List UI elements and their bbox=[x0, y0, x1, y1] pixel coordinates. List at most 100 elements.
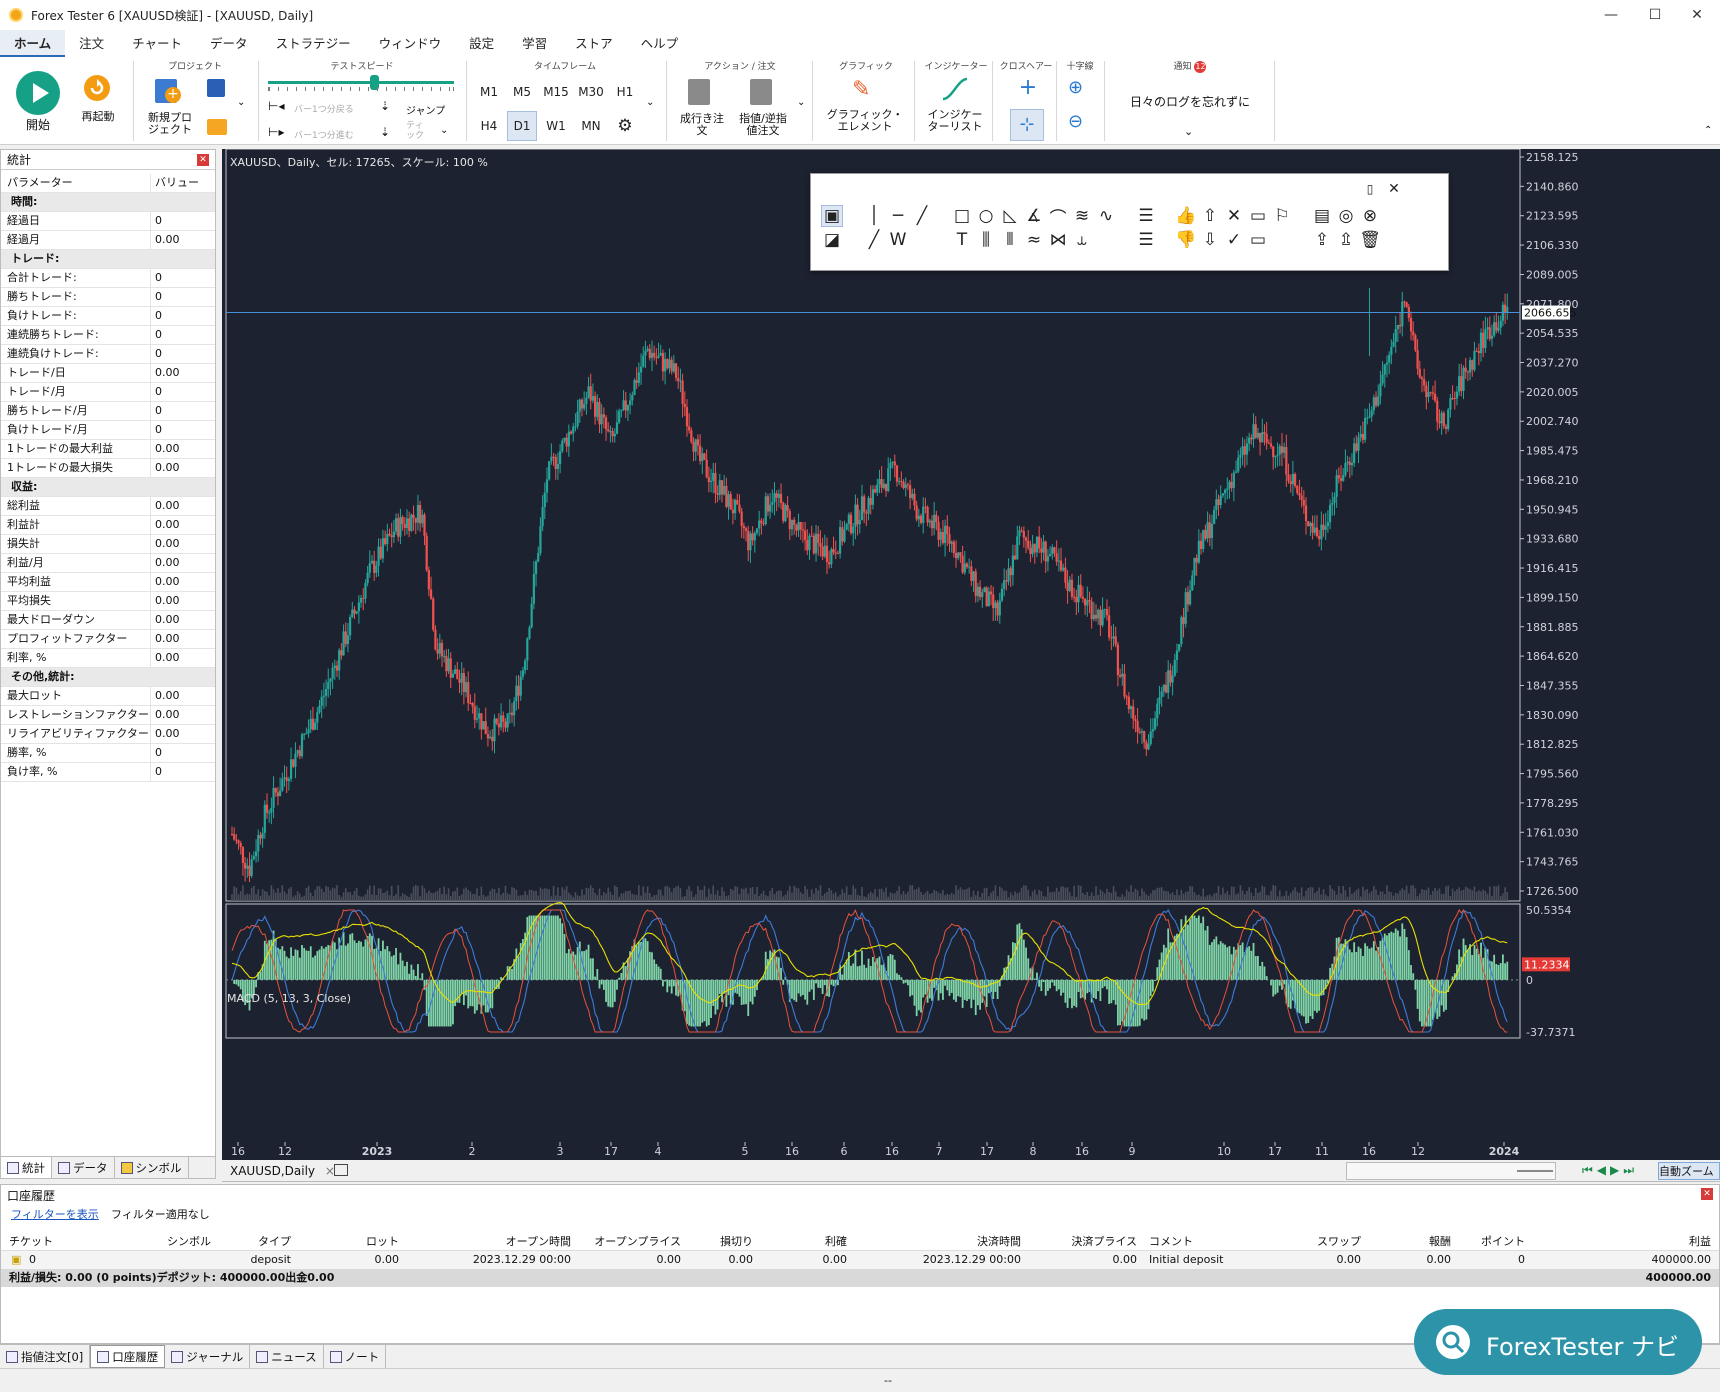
export-icon[interactable]: ⇫ bbox=[1335, 229, 1357, 251]
text-icon[interactable]: T bbox=[951, 229, 973, 251]
trendline-icon[interactable]: ╱ bbox=[911, 205, 933, 227]
bottom-tab-3[interactable]: ニュース bbox=[250, 1345, 324, 1368]
rect-icon[interactable]: □ bbox=[951, 205, 973, 227]
restart-button[interactable] bbox=[84, 75, 110, 101]
minimize-button[interactable]: — bbox=[1588, 0, 1634, 30]
price-label-icon[interactable]: ▭ bbox=[1247, 229, 1269, 251]
regression-icon[interactable]: ≈ bbox=[1023, 229, 1045, 251]
save-icon[interactable] bbox=[207, 79, 225, 97]
crosshair-mode-icon[interactable]: ⊹ bbox=[1010, 109, 1044, 141]
triangle-icon[interactable]: ◺ bbox=[999, 205, 1021, 227]
maximize-button[interactable]: ☐ bbox=[1632, 0, 1678, 30]
target-icon[interactable]: ◎ bbox=[1335, 205, 1357, 227]
channel-icon[interactable]: ⫼ bbox=[975, 229, 997, 251]
cycle-icon[interactable]: ⥿ bbox=[1071, 229, 1093, 251]
statistics-close-icon[interactable]: ✕ bbox=[197, 154, 209, 166]
bar-forward-icon[interactable]: ⊢▸ bbox=[268, 125, 284, 139]
tick-icon[interactable]: ⇣ bbox=[380, 125, 390, 139]
tab-statistics[interactable]: 統計 bbox=[1, 1157, 52, 1178]
bar-forward-label[interactable]: バー1つ分進む bbox=[294, 128, 354, 141]
tab-data[interactable]: データ bbox=[52, 1157, 115, 1178]
menu-item-9[interactable]: ヘルプ bbox=[627, 30, 693, 57]
pitchfork-icon[interactable]: ⫴ bbox=[999, 229, 1021, 251]
notify-text[interactable]: 日々のログを忘れずに bbox=[1110, 93, 1270, 110]
bottom-tab-1[interactable]: 口座履歴 bbox=[90, 1345, 166, 1368]
zigzag-icon[interactable]: ∿ bbox=[1095, 205, 1117, 227]
menu-item-8[interactable]: ストア bbox=[561, 30, 627, 57]
menu-item-5[interactable]: ウィンドウ bbox=[365, 30, 456, 57]
wave-icon[interactable]: W bbox=[887, 229, 909, 251]
action-dropdown-icon[interactable]: ⌄ bbox=[797, 97, 805, 108]
select-icon[interactable]: ▣ bbox=[821, 205, 843, 227]
thumb-down-icon[interactable]: 👎 bbox=[1175, 229, 1197, 251]
open-folder-icon[interactable] bbox=[207, 119, 227, 135]
tf-d1-button[interactable]: D1 bbox=[507, 111, 537, 141]
graphic-element-label[interactable]: グラフィック・ エレメント bbox=[822, 109, 908, 133]
cross-mark-icon[interactable]: ✕ bbox=[1223, 205, 1245, 227]
speed-slider[interactable] bbox=[268, 81, 454, 84]
tf-m1-button[interactable]: M1 bbox=[474, 77, 504, 107]
bottom-tab-2[interactable]: ジャーナル bbox=[165, 1345, 251, 1368]
bottom-tab-4[interactable]: ノート bbox=[324, 1345, 387, 1368]
check-icon[interactable]: ✓ bbox=[1223, 229, 1245, 251]
menu-item-1[interactable]: 注文 bbox=[65, 30, 118, 57]
project-dropdown-icon[interactable]: ⌄ bbox=[237, 97, 245, 108]
hline-icon[interactable]: ─ bbox=[887, 205, 909, 227]
close-window-button[interactable]: ✕ bbox=[1674, 0, 1720, 30]
cancel-target-icon[interactable]: ⊗ bbox=[1359, 205, 1381, 227]
ray-icon[interactable]: ╱ bbox=[863, 229, 885, 251]
flag-icon[interactable]: ⚐ bbox=[1271, 205, 1293, 227]
start-button[interactable] bbox=[16, 71, 60, 115]
speed-dropdown-icon[interactable]: ⌄ bbox=[440, 125, 448, 136]
market-order-label[interactable]: 成行き注 文 bbox=[672, 113, 732, 137]
market-order-icon[interactable] bbox=[688, 79, 710, 105]
tab-symbols[interactable]: シンボル bbox=[115, 1157, 189, 1178]
history-close-icon[interactable]: ✕ bbox=[1701, 1188, 1713, 1200]
fan-icon[interactable]: ∡ bbox=[1023, 205, 1045, 227]
menu-item-6[interactable]: 設定 bbox=[455, 30, 508, 57]
bottom-tab-0[interactable]: 指値注文[0] bbox=[0, 1345, 91, 1368]
vline-icon[interactable]: │ bbox=[863, 205, 885, 227]
drawing-toolbar[interactable]: ▯ ✕ ▣ ◪ │ ─ ╱ ╱ W □ ○ ◺ ∡ ⌒ ≋ ∿ T ⫼ ⫴ ≈ ⋈ ⥿ ☰ ☰ 👍 ⇧ ✕ ▭ ⚐ 👎 ⇩ ✓ ▭ ▤ ◎ ⊗ ⇪ ⇫ 🗑 bbox=[810, 173, 1449, 271]
tick-label[interactable]: ティ ック bbox=[406, 121, 424, 141]
levels-icon[interactable]: ☰ bbox=[1135, 205, 1157, 227]
levels2-icon[interactable]: ☰ bbox=[1135, 229, 1157, 251]
jump-icon[interactable]: ⇣ bbox=[380, 99, 390, 113]
tf-h1-button[interactable]: H1 bbox=[610, 77, 640, 107]
limit-order-label[interactable]: 指値/逆指 値注文 bbox=[733, 113, 793, 137]
limit-order-icon[interactable] bbox=[750, 79, 772, 105]
chart-canvas[interactable]: 2158.1252140.8602123.5952106.3302089.005… bbox=[222, 148, 1720, 1160]
tf-dropdown-icon[interactable]: ⌄ bbox=[646, 97, 654, 108]
tf-h4-button[interactable]: H4 bbox=[474, 111, 504, 141]
label-icon[interactable]: ▭ bbox=[1247, 205, 1269, 227]
indicator-curve-icon[interactable] bbox=[940, 75, 970, 103]
zoom-out-icon[interactable]: ⊖ bbox=[1068, 111, 1083, 132]
table-row[interactable]: ▣ 0 deposit 0.00 2023.12.29 00:00 0.00 0.00 0.0… bbox=[1, 1251, 1719, 1269]
toolbar-close-icon[interactable]: ✕ bbox=[1383, 178, 1405, 200]
jump-label[interactable]: ジャンプ bbox=[406, 102, 445, 117]
page-icon[interactable]: ◪ bbox=[821, 229, 843, 251]
fib-icon[interactable]: ≋ bbox=[1071, 205, 1093, 227]
tf-settings-gear-icon[interactable]: ⚙ bbox=[610, 111, 640, 141]
price-chart[interactable]: 2158.125 2140.860 2123.595 2106.330 2089.005… bbox=[222, 148, 1720, 1160]
menu-item-0[interactable]: ホーム bbox=[0, 30, 66, 57]
menu-item-3[interactable]: データ bbox=[196, 30, 262, 57]
bar-back-icon[interactable]: ⊢◂ bbox=[268, 99, 284, 113]
menu-item-4[interactable]: ストラテジー bbox=[262, 30, 365, 57]
tf-m30-button[interactable]: M30 bbox=[576, 77, 606, 107]
chart-nav-icons[interactable]: ⏮◀▶⏭ bbox=[1582, 1163, 1638, 1178]
trash-icon[interactable]: 🗑 bbox=[1359, 229, 1381, 251]
crosshair-icon[interactable]: + bbox=[1012, 75, 1044, 105]
tf-mn-button[interactable]: MN bbox=[576, 111, 606, 141]
menu-item-7[interactable]: 学習 bbox=[508, 30, 561, 57]
pencil-icon[interactable]: ✎ bbox=[852, 77, 878, 103]
tf-m15-button[interactable]: M15 bbox=[541, 77, 571, 107]
ellipse-icon[interactable]: ○ bbox=[975, 205, 997, 227]
new-window-icon[interactable] bbox=[334, 1164, 348, 1176]
notify-expand-icon[interactable]: ⌄ bbox=[1184, 125, 1193, 138]
tf-m5-button[interactable]: M5 bbox=[507, 77, 537, 107]
ribbon-collapse-icon[interactable]: ⌃ bbox=[1704, 125, 1712, 136]
menu-item-2[interactable]: チャート bbox=[118, 30, 196, 57]
chart-tab-xauusd[interactable]: XAUUSD,Daily × bbox=[230, 1164, 335, 1178]
arc-icon[interactable]: ⌒ bbox=[1047, 205, 1069, 229]
